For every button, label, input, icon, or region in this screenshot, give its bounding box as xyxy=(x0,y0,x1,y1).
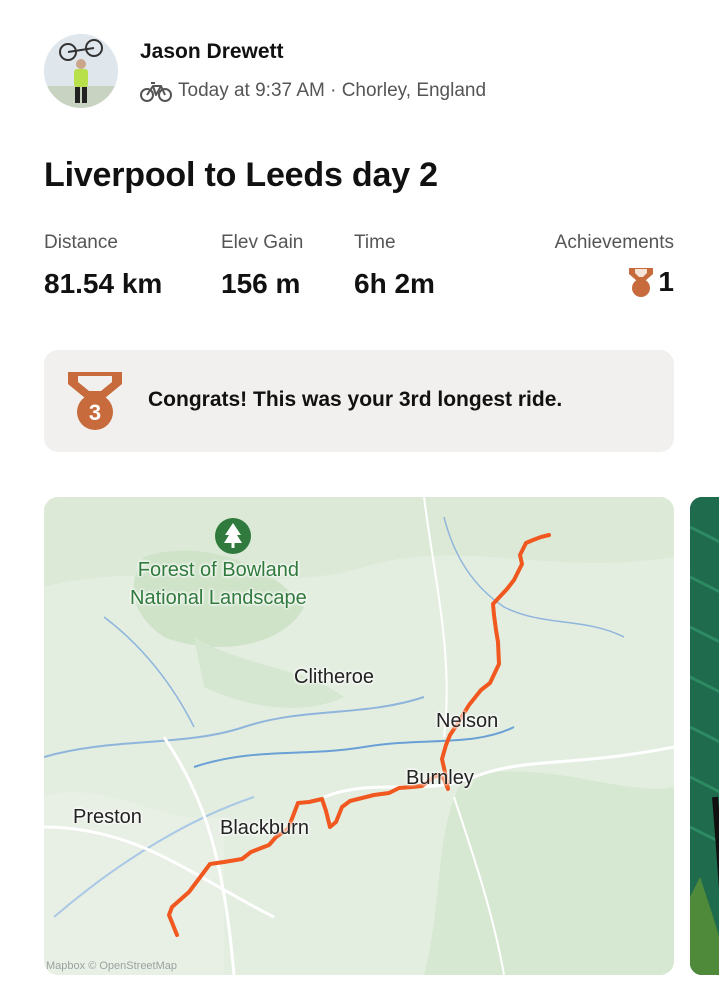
park-label-line: Forest of Bowland xyxy=(137,559,299,581)
activity-header: Jason Drewett Today at 9:37 AM · Chorley… xyxy=(44,34,684,114)
medal-rank: 3 xyxy=(89,400,101,425)
park-marker-icon xyxy=(215,518,251,554)
stat-value: 81.54 km xyxy=(44,268,163,299)
route-map[interactable]: Forest of Bowland National Landscape Cli… xyxy=(44,497,674,975)
stat-label: Time xyxy=(354,232,396,253)
stat-achievements[interactable]: Achievements 1 xyxy=(555,232,674,298)
avatar[interactable] xyxy=(44,34,118,108)
park-label-line: National Landscape xyxy=(130,587,307,609)
stat-elev-gain: Elev Gain 156 m xyxy=(221,232,303,300)
bike-icon xyxy=(140,82,172,102)
achievement-count: 1 xyxy=(658,266,674,297)
stat-distance: Distance 81.54 km xyxy=(44,232,162,300)
medal-icon xyxy=(629,268,654,297)
map-label-blackburn: Blackburn xyxy=(220,817,309,839)
map-label-preston: Preston xyxy=(73,806,142,828)
banner-text: Congrats! This was your 3rd longest ride… xyxy=(148,388,563,411)
stat-label: Distance xyxy=(44,232,118,253)
map-label-forest-of-bowland: Forest of Bowland National Landscape xyxy=(130,556,307,612)
activity-date-location: Today at 9:37 AM · Chorley, England xyxy=(178,80,487,101)
map-label-clitheroe: Clitheroe xyxy=(294,666,375,688)
map-label-nelson: Nelson xyxy=(436,710,499,732)
next-photo-card[interactable] xyxy=(690,497,719,975)
athlete-name[interactable]: Jason Drewett xyxy=(140,40,284,64)
activity-meta: Today at 9:37 AM · Chorley, England xyxy=(140,78,486,104)
stat-label: Elev Gain xyxy=(221,232,304,253)
stat-value: 6h 2m xyxy=(354,268,435,299)
map-attribution[interactable]: Mapbox © OpenStreetMap xyxy=(46,960,177,972)
bronze-medal-icon: 3 xyxy=(68,372,122,430)
stat-time: Time 6h 2m xyxy=(354,232,435,300)
stat-value: 156 m xyxy=(221,268,301,299)
stat-label: Achievements xyxy=(554,232,674,253)
map-label-burnley: Burnley xyxy=(406,767,474,789)
activity-title[interactable]: Liverpool to Leeds day 2 xyxy=(44,156,438,195)
achievement-banner[interactable]: 3 Congrats! This was your 3rd longest ri… xyxy=(44,350,674,452)
